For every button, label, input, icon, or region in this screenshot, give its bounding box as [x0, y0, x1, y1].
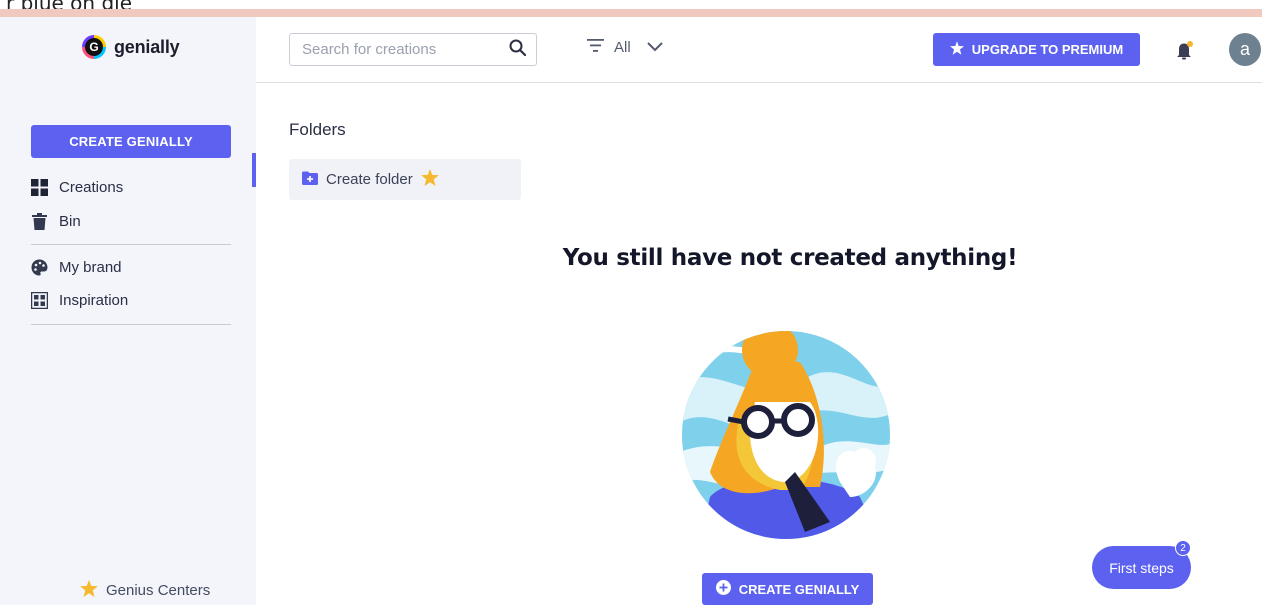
sidebar-item-my-brand[interactable]: My brand	[31, 259, 122, 276]
first-steps-badge: 2	[1175, 540, 1191, 556]
genius-centers-link[interactable]: Genius Centers	[80, 580, 210, 601]
star-icon	[420, 169, 439, 190]
sidebar-item-label: Bin	[59, 213, 81, 230]
search-icon[interactable]	[509, 39, 527, 61]
chevron-down-icon	[646, 39, 663, 56]
genially-logo-icon	[82, 35, 106, 59]
sidebar-item-inspiration[interactable]: Inspiration	[31, 292, 128, 309]
genially-logo[interactable]: genially	[82, 35, 180, 59]
top-strip-text: r plue on gle	[6, 0, 132, 15]
sidebar-item-label: My brand	[59, 259, 122, 276]
top-strip: r plue on gle	[0, 0, 1262, 17]
search-input[interactable]	[300, 40, 509, 59]
grid-icon	[31, 179, 48, 196]
trash-icon	[31, 213, 48, 230]
upgrade-label: UPGRADE TO PREMIUM	[971, 42, 1124, 57]
filter-dropdown[interactable]: All	[587, 39, 663, 56]
sidebar-item-bin[interactable]: Bin	[31, 213, 81, 230]
header: All UPGRADE TO PREMIUM a	[256, 17, 1262, 83]
create-genially-cta-button[interactable]: CREATE GENIALLY	[702, 573, 873, 605]
cta-label: CREATE GENIALLY	[738, 581, 860, 597]
empty-state-title: You still have not created anything!	[562, 245, 1018, 271]
sidebar-divider	[31, 324, 231, 325]
sidebar-divider	[31, 244, 231, 245]
sidebar-item-label: Creations	[59, 179, 124, 196]
bell-icon[interactable]	[1174, 39, 1196, 61]
folders-title: Folders	[289, 120, 346, 139]
brand-name: genially	[114, 36, 180, 57]
genius-centers-label: Genius Centers	[106, 582, 211, 599]
sidebar-item-creations[interactable]: Creations	[31, 179, 123, 196]
star-icon	[949, 41, 964, 58]
sidebar: genially CREATE GENIALLY Creations Bin M…	[0, 17, 256, 605]
folder-plus-icon	[302, 171, 318, 189]
first-steps-label: First steps	[1109, 559, 1174, 576]
avatar[interactable]: a	[1229, 33, 1261, 66]
palette-icon	[31, 259, 48, 276]
plus-circle-icon	[715, 580, 731, 598]
filter-icon	[587, 39, 604, 56]
star-icon	[80, 580, 98, 601]
create-folder-label: Create folder	[326, 171, 413, 188]
create-genially-button[interactable]: CREATE GENIALLY	[31, 125, 231, 158]
active-nav-indicator	[252, 153, 256, 187]
upgrade-premium-button[interactable]: UPGRADE TO PREMIUM	[933, 33, 1140, 66]
search-box	[289, 33, 537, 66]
empty-state-illustration	[680, 322, 894, 542]
filter-label: All	[614, 39, 631, 56]
create-folder-button[interactable]: Create folder	[289, 159, 521, 200]
sidebar-item-label: Inspiration	[59, 292, 129, 309]
gallery-icon	[31, 292, 48, 309]
